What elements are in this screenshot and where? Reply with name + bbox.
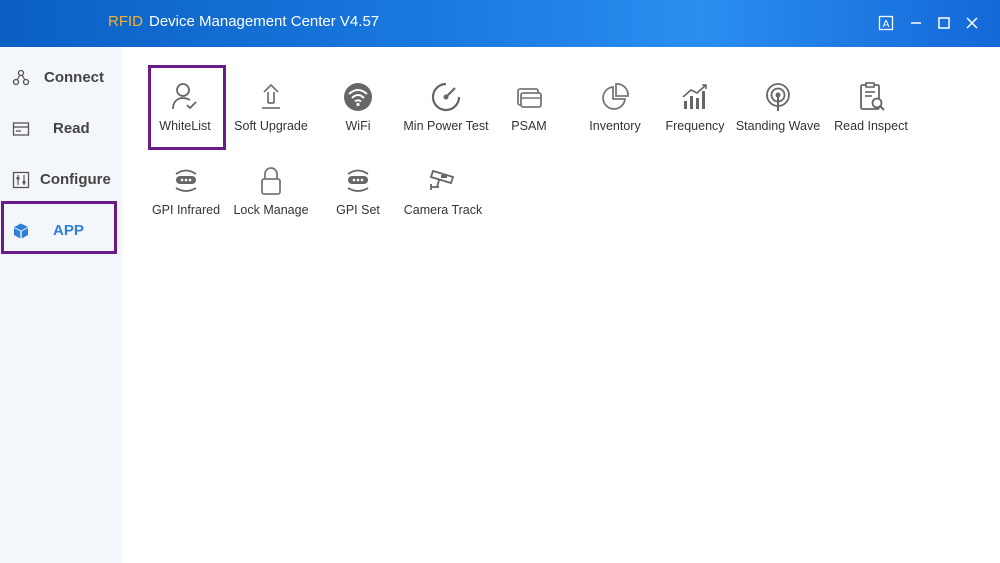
pie-chart-icon <box>602 83 629 110</box>
window-title: Device Management Center V4.57 <box>149 13 380 30</box>
sidebar-item-label: Connect <box>44 69 104 86</box>
app-label: Read Inspect <box>834 119 908 133</box>
app-wifi[interactable]: WiFi <box>328 81 388 153</box>
app-camera-track[interactable]: Camera Track <box>396 165 490 237</box>
app-label: PSAM <box>511 119 547 133</box>
app-psam[interactable]: PSAM <box>500 81 558 153</box>
wifi-icon <box>344 83 372 111</box>
app-label: GPI Set <box>336 203 380 217</box>
app-label: GPI Infrared <box>151 203 221 217</box>
maximize-button[interactable] <box>934 12 954 34</box>
cube-icon <box>14 223 28 239</box>
lock-icon <box>261 167 281 195</box>
app-label: Inventory <box>589 119 641 133</box>
minimize-button[interactable] <box>906 12 926 34</box>
app-min-power-test[interactable]: Min Power Test <box>398 81 494 153</box>
app-frequency[interactable]: Frequency <box>660 81 730 153</box>
upload-icon <box>262 83 280 109</box>
sidebar-item-label: Read <box>53 120 90 137</box>
app-label: Lock Manage <box>233 203 309 217</box>
svg-text:A: A <box>883 19 890 30</box>
sensor-icon <box>347 169 369 192</box>
app-label: Camera Track <box>403 203 483 217</box>
app-label: Frequency <box>665 119 725 133</box>
card-stack-icon <box>517 88 542 108</box>
app-label: WiFi <box>345 119 371 133</box>
app-label: Min Power Test <box>403 119 489 133</box>
app-lock-manage[interactable]: Lock Manage <box>230 165 312 237</box>
app-soft-upgrade[interactable]: Soft Upgrade <box>230 81 312 153</box>
sensor-icon <box>175 169 197 192</box>
close-button[interactable] <box>962 12 982 34</box>
translate-icon: A <box>878 15 894 31</box>
app-label: Standing Wave <box>735 119 821 133</box>
bar-trend-icon <box>682 84 707 109</box>
minimize-icon <box>911 22 921 24</box>
sidebar-item-read[interactable]: Read <box>0 104 122 154</box>
app-gpi-set[interactable]: GPI Set <box>326 165 390 237</box>
clipboard-search-icon <box>860 82 885 111</box>
brand-label: RFID <box>108 13 143 30</box>
signal-pin-icon <box>766 83 790 111</box>
sidebar-item-connect[interactable]: Connect <box>0 53 122 103</box>
network-nodes-icon <box>12 69 30 86</box>
gauge-icon <box>431 82 461 112</box>
card-reader-icon <box>12 122 30 136</box>
app-grid: WhiteList Soft Upgrade WiFi Min Power Te… <box>122 47 1000 563</box>
app-label: Soft Upgrade <box>234 119 308 133</box>
app-read-inspect[interactable]: Read Inspect <box>828 81 914 153</box>
maximize-icon <box>938 17 950 29</box>
app-standing-wave[interactable]: Standing Wave <box>732 81 824 153</box>
camera-icon <box>429 169 455 190</box>
sidebar-item-label: APP <box>53 222 84 239</box>
sidebar-item-app[interactable]: APP <box>0 206 122 256</box>
app-gpi-infrared[interactable]: GPI Infrared <box>146 165 226 237</box>
user-check-icon <box>172 83 197 110</box>
sidebar-item-label: Configure <box>40 171 111 188</box>
sliders-icon <box>12 171 30 189</box>
sidebar: Connect Read Configure APP <box>0 47 122 563</box>
app-inventory[interactable]: Inventory <box>580 81 650 153</box>
app-label: WhiteList <box>159 119 211 133</box>
app-whitelist[interactable]: WhiteList <box>152 81 218 153</box>
close-icon <box>966 17 978 29</box>
translate-button[interactable]: A <box>876 12 896 34</box>
title-bar: RFID Device Management Center V4.57 A <box>0 0 1000 47</box>
sidebar-item-configure[interactable]: Configure <box>0 155 122 205</box>
